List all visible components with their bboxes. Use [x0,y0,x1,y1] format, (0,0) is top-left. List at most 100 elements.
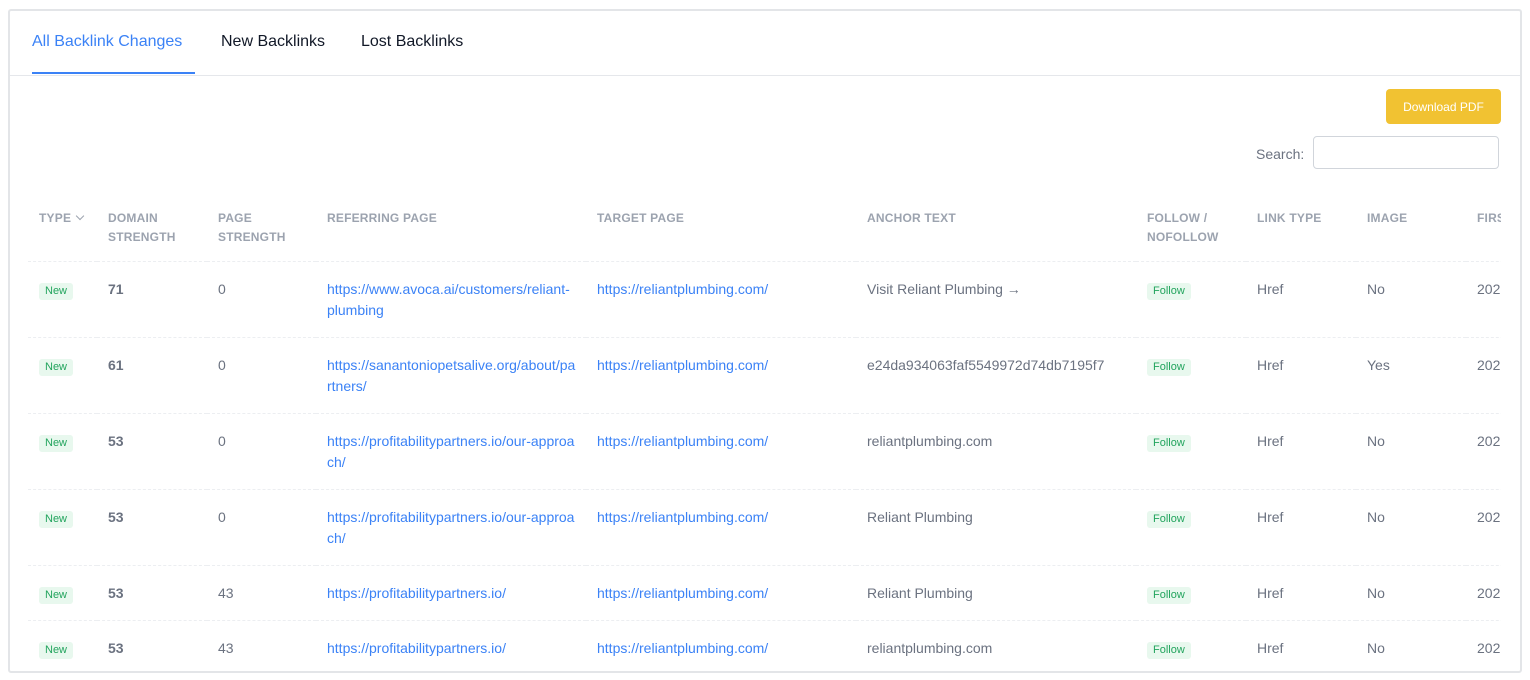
page-strength-cell: 43 [207,620,316,671]
column-header-domain-strength[interactable]: DOMAIN STRENGTH [97,191,207,262]
image-cell: No [1356,261,1466,338]
follow-badge: Follow [1147,359,1191,376]
referring-page-link[interactable]: https://profitabilitypartners.io/ [327,585,506,601]
follow-badge: Follow [1147,511,1191,528]
type-cell: New [28,413,97,490]
column-header-page-strength[interactable]: PAGE STRENGTH [207,191,316,262]
tab-new-backlinks[interactable]: New Backlinks [221,33,325,51]
first-seen-cell: 202 [1466,413,1501,490]
link-type-cell: Href [1246,489,1356,566]
anchor-text-cell: Visit Reliant Plumbing → [856,261,1136,338]
type-cell: New [28,620,97,671]
anchor-text-cell: reliantplumbing.com [856,413,1136,490]
image-cell: No [1356,413,1466,490]
image-cell: Yes [1356,337,1466,414]
follow-cell: Follow [1136,489,1246,566]
referring-page-link[interactable]: https://sanantoniopetsalive.org/about/pa… [327,357,575,394]
page-strength-cell: 0 [207,337,316,414]
column-header-type[interactable]: TYPE [28,191,97,262]
search-input[interactable] [1313,136,1499,169]
table-row: New 71 0 https://www.avoca.ai/customers/… [28,261,1501,338]
referring-page-cell: https://profitabilitypartners.io/our-app… [316,413,586,490]
follow-badge: Follow [1147,587,1191,604]
tab-bar: All Backlink Changes New Backlinks Lost … [10,11,1520,76]
table-row: New 53 43 https://profitabilitypartners.… [28,620,1501,671]
link-type-cell: Href [1246,565,1356,621]
anchor-text-cell: Reliant Plumbing [856,489,1136,566]
active-tab-indicator [32,72,195,74]
target-page-cell: https://reliantplumbing.com/ [586,337,856,414]
first-seen-cell: 202 [1466,620,1501,671]
column-header-anchor-text[interactable]: ANCHOR TEXT [856,191,1136,262]
target-page-link[interactable]: https://reliantplumbing.com/ [597,357,768,373]
target-page-cell: https://reliantplumbing.com/ [586,413,856,490]
table-row: New 53 0 https://profitabilitypartners.i… [28,489,1501,566]
type-cell: New [28,489,97,566]
referring-page-link[interactable]: https://www.avoca.ai/customers/reliant-p… [327,281,570,318]
referring-page-cell: https://profitabilitypartners.io/our-app… [316,489,586,566]
domain-strength-cell: 71 [97,261,207,338]
image-cell: No [1356,489,1466,566]
column-header-follow[interactable]: FOLLOW / NOFOLLOW [1136,191,1246,262]
domain-strength-cell: 53 [97,413,207,490]
type-cell: New [28,565,97,621]
tab-all-backlink-changes[interactable]: All Backlink Changes [32,33,182,51]
column-header-target-page[interactable]: TARGET PAGE [586,191,856,262]
column-header-referring-page[interactable]: REFERRING PAGE [316,191,586,262]
referring-page-cell: https://profitabilitypartners.io/ [316,620,586,671]
column-header-first-seen[interactable]: FIRS [1466,191,1501,262]
chevron-down-icon [75,211,85,221]
follow-cell: Follow [1136,337,1246,414]
first-seen-cell: 202 [1466,337,1501,414]
link-type-cell: Href [1246,337,1356,414]
link-type-cell: Href [1246,413,1356,490]
backlinks-table-container: TYPE DOMAIN STRENGTH PAGE STRENGTH REFER… [28,191,1501,671]
type-badge: New [39,511,74,528]
domain-strength-cell: 53 [97,565,207,621]
referring-page-cell: https://profitabilitypartners.io/ [316,565,586,621]
target-page-link[interactable]: https://reliantplumbing.com/ [597,433,768,449]
domain-strength-cell: 53 [97,620,207,671]
referring-page-link[interactable]: https://profitabilitypartners.io/our-app… [327,433,574,470]
type-cell: New [28,337,97,414]
type-badge: New [39,435,74,452]
target-page-link[interactable]: https://reliantplumbing.com/ [597,509,768,525]
first-seen-cell: 202 [1466,261,1501,338]
table-row: New 53 43 https://profitabilitypartners.… [28,565,1501,621]
type-badge: New [39,359,74,376]
referring-page-link[interactable]: https://profitabilitypartners.io/ [327,640,506,656]
referring-page-link[interactable]: https://profitabilitypartners.io/our-app… [327,509,574,546]
follow-cell: Follow [1136,413,1246,490]
target-page-link[interactable]: https://reliantplumbing.com/ [597,640,768,656]
column-header-link-type[interactable]: LINK TYPE [1246,191,1356,262]
download-pdf-button[interactable]: Download PDF [1386,89,1501,124]
referring-page-cell: https://sanantoniopetsalive.org/about/pa… [316,337,586,414]
target-page-link[interactable]: https://reliantplumbing.com/ [597,281,768,297]
image-cell: No [1356,620,1466,671]
follow-cell: Follow [1136,565,1246,621]
page-strength-cell: 0 [207,413,316,490]
page-strength-cell: 0 [207,489,316,566]
first-seen-cell: 202 [1466,489,1501,566]
backlinks-panel: All Backlink Changes New Backlinks Lost … [8,9,1522,673]
table-row: New 61 0 https://sanantoniopetsalive.org… [28,337,1501,414]
anchor-text-cell: Reliant Plumbing [856,565,1136,621]
follow-badge: Follow [1147,642,1191,659]
first-seen-cell: 202 [1466,565,1501,621]
column-header-image[interactable]: IMAGE [1356,191,1466,262]
anchor-text-cell: reliantplumbing.com [856,620,1136,671]
target-page-link[interactable]: https://reliantplumbing.com/ [597,585,768,601]
follow-cell: Follow [1136,261,1246,338]
page-strength-cell: 43 [207,565,316,621]
target-page-cell: https://reliantplumbing.com/ [586,489,856,566]
tab-lost-backlinks[interactable]: Lost Backlinks [361,33,463,51]
table-row: New 53 0 https://profitabilitypartners.i… [28,413,1501,490]
domain-strength-cell: 61 [97,337,207,414]
target-page-cell: https://reliantplumbing.com/ [586,620,856,671]
link-type-cell: Href [1246,261,1356,338]
backlinks-table: TYPE DOMAIN STRENGTH PAGE STRENGTH REFER… [28,191,1501,671]
type-badge: New [39,642,74,659]
domain-strength-cell: 53 [97,489,207,566]
anchor-text-cell: e24da934063faf5549972d74db7195f7 [856,337,1136,414]
follow-cell: Follow [1136,620,1246,671]
